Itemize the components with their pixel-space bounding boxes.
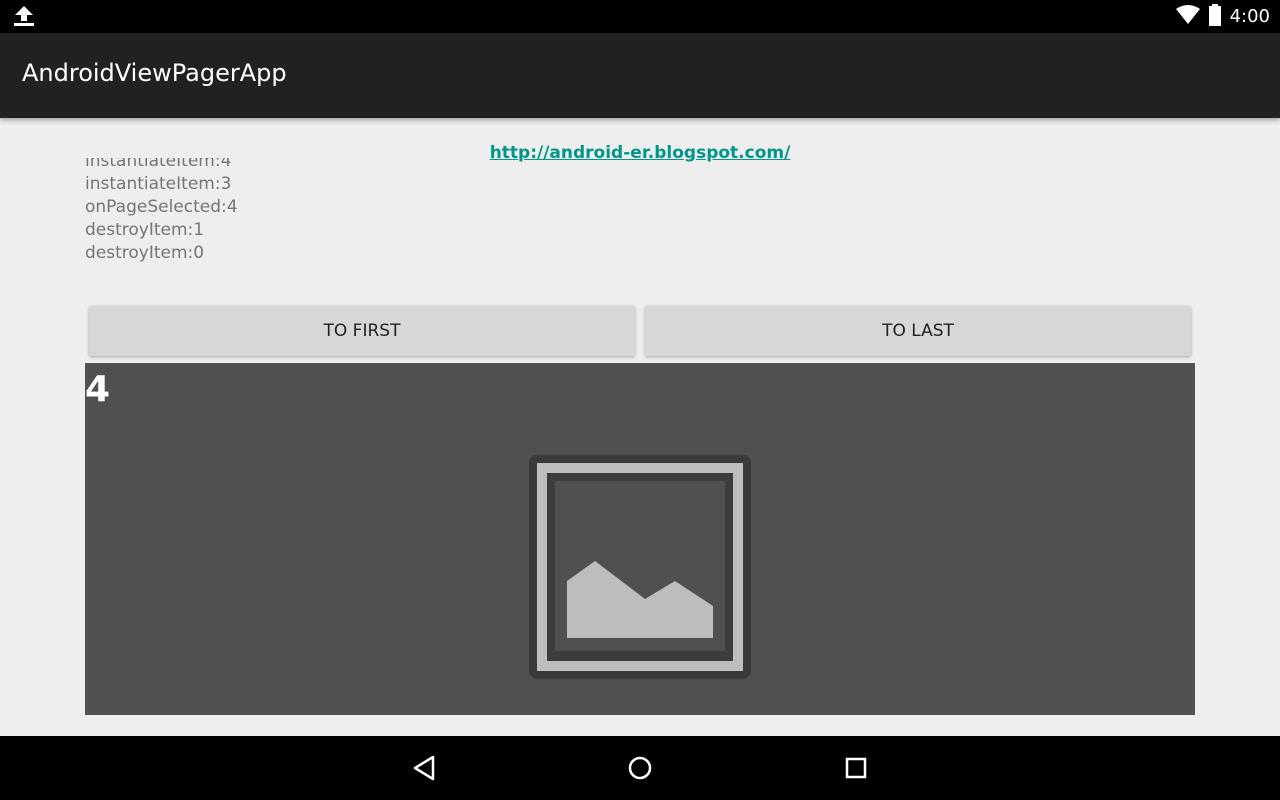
action-bar: AndroidViewPagerApp bbox=[0, 33, 1280, 118]
device-screen: 4:00 AndroidViewPagerApp http://android-… bbox=[0, 0, 1280, 800]
app-title: AndroidViewPagerApp bbox=[22, 59, 287, 87]
navigation-bar bbox=[0, 736, 1280, 800]
to-first-button[interactable]: TO FIRST bbox=[89, 306, 635, 356]
log-line: instantiateItem:3 bbox=[85, 174, 232, 194]
log-line: onPageSelected:4 bbox=[85, 197, 238, 217]
button-row: TO FIRST TO LAST bbox=[89, 306, 1191, 356]
status-time: 4:00 bbox=[1229, 6, 1270, 27]
to-last-button[interactable]: TO LAST bbox=[645, 306, 1191, 356]
upload-icon bbox=[12, 5, 36, 27]
page-number: 4 bbox=[85, 369, 111, 410]
log-line: destroyItem:1 bbox=[85, 220, 205, 240]
back-icon[interactable] bbox=[409, 752, 441, 784]
image-placeholder-icon bbox=[525, 451, 755, 683]
view-pager[interactable]: 4 bbox=[85, 363, 1195, 715]
battery-icon bbox=[1208, 3, 1222, 30]
main-content: http://android-er.blogspot.com/ instanti… bbox=[0, 118, 1280, 736]
status-bar: 4:00 bbox=[0, 0, 1280, 33]
log-list: instantiateItem:4 instantiateItem:3 onPa… bbox=[85, 158, 685, 278]
status-icons: 4:00 bbox=[1175, 0, 1270, 33]
log-line: destroyItem:0 bbox=[85, 243, 205, 263]
log-line: instantiateItem:4 bbox=[85, 158, 232, 171]
wifi-icon bbox=[1175, 4, 1200, 29]
recents-icon[interactable] bbox=[840, 752, 872, 784]
home-icon[interactable] bbox=[624, 752, 656, 784]
